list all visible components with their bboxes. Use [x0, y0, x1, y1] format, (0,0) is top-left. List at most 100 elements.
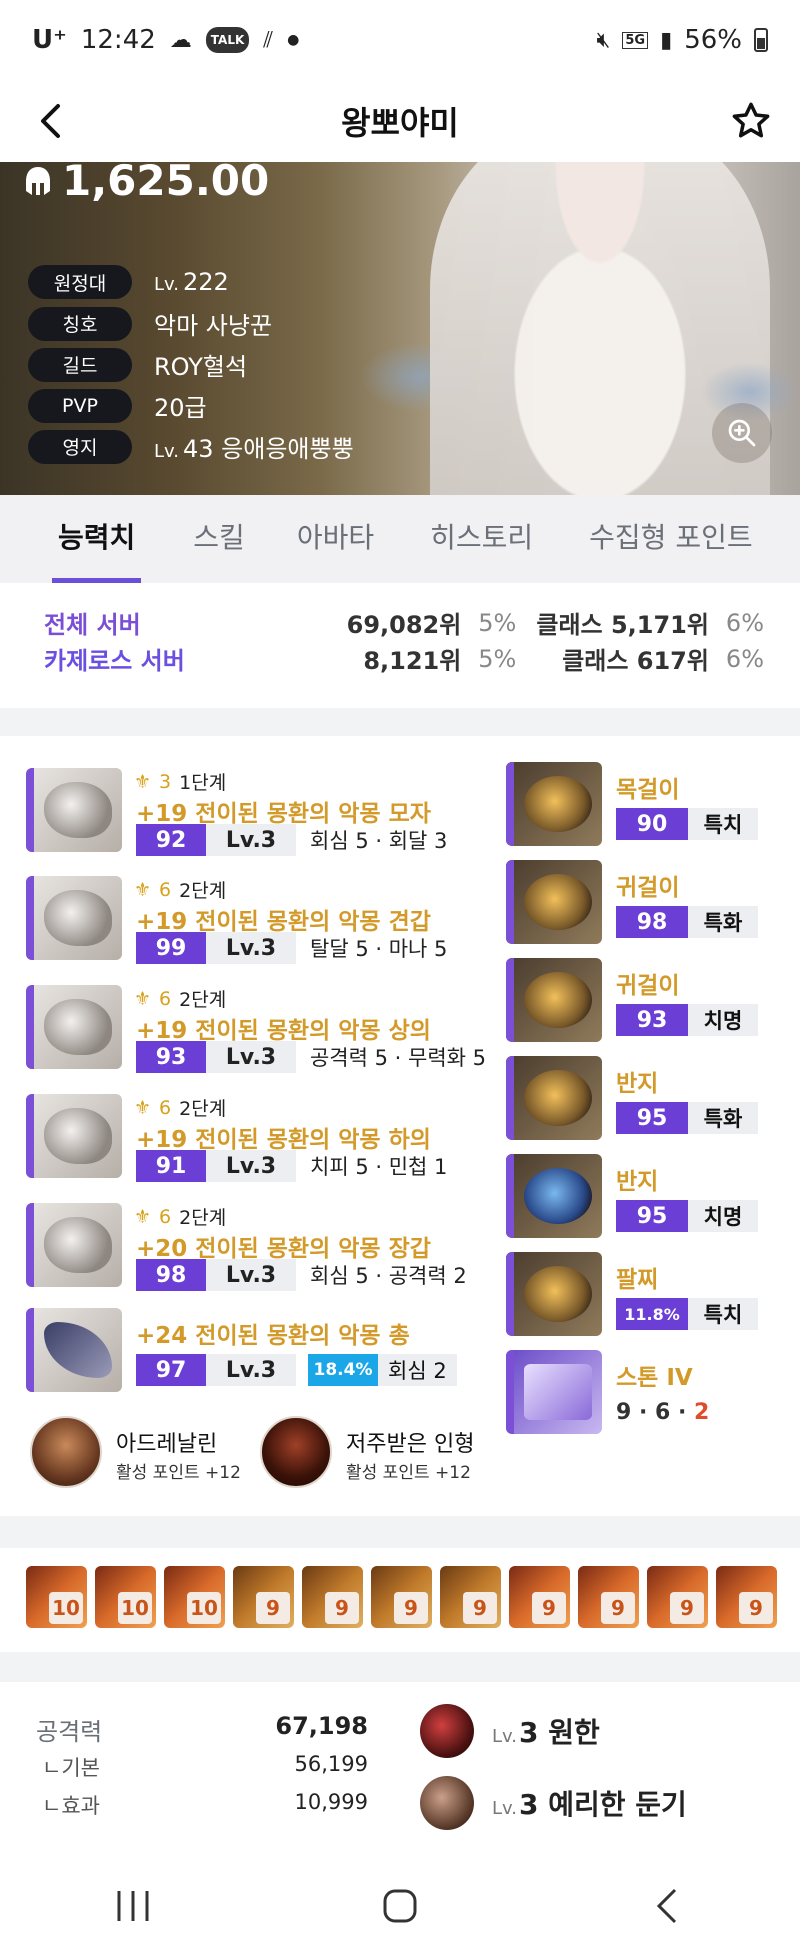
accessory-ring[interactable]: 반지 95 치명 [506, 1154, 786, 1238]
hat-icon [26, 768, 122, 852]
gem-slot[interactable]: 9 [647, 1566, 708, 1628]
gem-level: 10 [49, 1592, 83, 1624]
cloud-icon: ☁ [169, 27, 192, 53]
section-divider [0, 1652, 800, 1682]
item-level-score: 1,625.00 [24, 156, 269, 205]
equipment-name: +19 전이된 몽환의 악몽 상의 [136, 1018, 431, 1044]
info-label: 원정대 [28, 265, 132, 299]
gem-level: 9 [532, 1592, 566, 1624]
quality-badge: 91 [136, 1150, 206, 1182]
network-label: 5G [622, 31, 649, 49]
favorite-button[interactable] [724, 94, 778, 148]
info-value: Lv. 43 응애응애뿡뿡 [154, 435, 354, 463]
info-row-roster: 원정대 Lv. 222 [28, 265, 229, 299]
ranking-row: 카제로스 서버 8,121위 5% 클래스 617위 6% [44, 641, 764, 676]
recent-apps-button[interactable] [93, 1876, 173, 1936]
signal-icon: ▮ [660, 27, 673, 53]
info-row-pvp: PVP 20급 [28, 388, 207, 423]
section-divider [0, 1516, 800, 1548]
gem-slot[interactable]: 10 [26, 1566, 87, 1628]
equipment-item-shoulder[interactable]: ⚜ 6 2단계 +19 전이된 몽환의 악몽 견갑 99 Lv.3 탈달 5 · 마… [26, 876, 486, 964]
tier-icon: ⚜ [134, 878, 152, 901]
gem-slot[interactable]: 10 [95, 1566, 156, 1628]
app-bar: 왕뽀야미 [0, 80, 800, 162]
gem-slot[interactable]: 9 [578, 1566, 639, 1628]
attack-value: 67,198 [275, 1712, 368, 1740]
home-button[interactable] [360, 1876, 440, 1936]
engraving-icon [30, 1416, 102, 1488]
level-badge: Lv.3 [206, 1354, 296, 1386]
gem-row: 10 10 10 9 9 9 9 9 9 9 9 [26, 1566, 786, 1632]
battery-icon [754, 28, 768, 52]
stone-values: 9 · 6 · 2 [616, 1400, 710, 1425]
score-value: 1,625.00 [62, 156, 270, 205]
quality-badge: 93 [616, 1004, 688, 1036]
equipment-name: +20 전이된 몽환의 악몽 장갑 [136, 1236, 431, 1262]
gem-slot[interactable]: 9 [509, 1566, 570, 1628]
quality-badge: 97 [136, 1354, 206, 1386]
gem-slot[interactable]: 10 [164, 1566, 225, 1628]
stone-name: 스톤 IV [616, 1365, 693, 1391]
quality-badge: 95 [616, 1102, 688, 1134]
accessory-earring[interactable]: 귀걸이 98 특화 [506, 860, 786, 944]
gem-slot[interactable]: 9 [302, 1566, 363, 1628]
stats-section: 공격력 67,198 ㄴ기본 56,199 ㄴ효과 10,999 Lv.3 원한… [0, 1700, 800, 1850]
gem-slot[interactable]: 9 [371, 1566, 432, 1628]
engraving-adrenaline[interactable]: 아드레날린 활성 포인트 +12 [30, 1412, 250, 1492]
info-row-estate: 영지 Lv. 43 응애응애뿡뿡 [28, 429, 354, 464]
tab-avatar[interactable]: 아바타 [297, 495, 374, 583]
gem-level: 9 [670, 1592, 704, 1624]
base-value: 56,199 [294, 1752, 368, 1776]
accessory-earring[interactable]: 귀걸이 93 치명 [506, 958, 786, 1042]
equipment-item-pants[interactable]: ⚜ 6 2단계 +19 전이된 몽환의 악몽 하의 91 Lv.3 치피 5 · 민… [26, 1094, 486, 1182]
quality-badge: 11.8% [616, 1298, 688, 1330]
gem-slot[interactable]: 9 [440, 1566, 501, 1628]
back-button[interactable] [26, 96, 76, 146]
accessory-name: 귀걸이 [616, 875, 680, 901]
equipment-name: +24 전이된 몽환의 악몽 총 [136, 1323, 410, 1349]
card-label: Lv.3 예리한 둔기 [492, 1788, 687, 1821]
star-icon [732, 102, 770, 138]
effect-label: ㄴ효과 [42, 1794, 100, 1818]
tab-collectibles[interactable]: 수집형 포인트 [589, 495, 752, 583]
accessory-name: 반지 [616, 1071, 659, 1097]
info-label: PVP [28, 388, 132, 423]
weapon-option: 회심 2 [378, 1354, 457, 1386]
equipment-item-gloves[interactable]: ⚜ 6 2단계 +20 전이된 몽환의 악몽 장갑 98 Lv.3 회심 5 · 공… [26, 1203, 486, 1291]
accessory-bracelet[interactable]: 팔찌 11.8% 특치 [506, 1252, 786, 1336]
gem-slot[interactable]: 9 [233, 1566, 294, 1628]
grudge-icon [420, 1704, 474, 1758]
accessory-name: 목걸이 [616, 777, 680, 803]
equipment-item-helmet[interactable]: ⚜ 3 1단계 +19 전이된 몽환의 악몽 모자 92 Lv.3 회심 5 · 회… [26, 768, 486, 856]
info-value: ROY혈석 [154, 353, 248, 381]
engraving-cursed-doll[interactable]: 저주받은 인형 활성 포인트 +12 [260, 1412, 480, 1492]
tab-skills[interactable]: 스킬 [193, 495, 245, 583]
ability-stone[interactable]: 스톤 IV 9 · 6 · 2 [506, 1350, 786, 1434]
equipment-item-chest[interactable]: ⚜ 6 2단계 +19 전이된 몽환의 악몽 상의 93 Lv.3 공격력 5 · … [26, 985, 486, 1073]
zoom-button[interactable] [712, 403, 772, 463]
gem-slot[interactable]: 9 [716, 1566, 777, 1628]
section-divider [0, 708, 800, 736]
equipment-stats: 91 Lv.3 치피 5 · 민첩 1 [136, 1150, 447, 1182]
blunt-icon [420, 1776, 474, 1830]
tab-history[interactable]: 히스토리 [430, 495, 533, 583]
gloves-icon [26, 1203, 122, 1287]
card-set-blunt[interactable]: Lv.3 예리한 둔기 [420, 1776, 687, 1830]
accessory-stats: 98 특화 [616, 906, 758, 938]
quality-badge: 99 [136, 932, 206, 964]
accessory-name: 팔찌 [616, 1267, 659, 1293]
tab-stats[interactable]: 능력치 [51, 495, 142, 583]
level-badge: Lv.3 [206, 1259, 296, 1291]
equipment-option: 탈달 5 · 마나 5 [310, 937, 448, 961]
tab-bar: 능력치 스킬 아바타 히스토리 수집형 포인트 [0, 495, 800, 583]
accessory-ring[interactable]: 반지 95 특화 [506, 1056, 786, 1140]
accessory-stats: 95 치명 [616, 1200, 758, 1232]
equipment-name: +19 전이된 몽환의 악몽 견갑 [136, 909, 431, 935]
equipment-item-weapon[interactable]: +24 전이된 몽환의 악몽 총 97 Lv.3 18.4% 회심 2 [26, 1308, 486, 1396]
equipment-section: ⚜ 3 1단계 +19 전이된 몽환의 악몽 모자 92 Lv.3 회심 5 · 회… [0, 736, 800, 1516]
system-back-button[interactable] [627, 1876, 707, 1936]
elixir-badge: 18.4% [308, 1354, 378, 1386]
battery-percent: 56% [684, 25, 742, 55]
card-set-grudge[interactable]: Lv.3 원한 [420, 1704, 600, 1758]
accessory-necklace[interactable]: 목걸이 90 특치 [506, 762, 786, 846]
